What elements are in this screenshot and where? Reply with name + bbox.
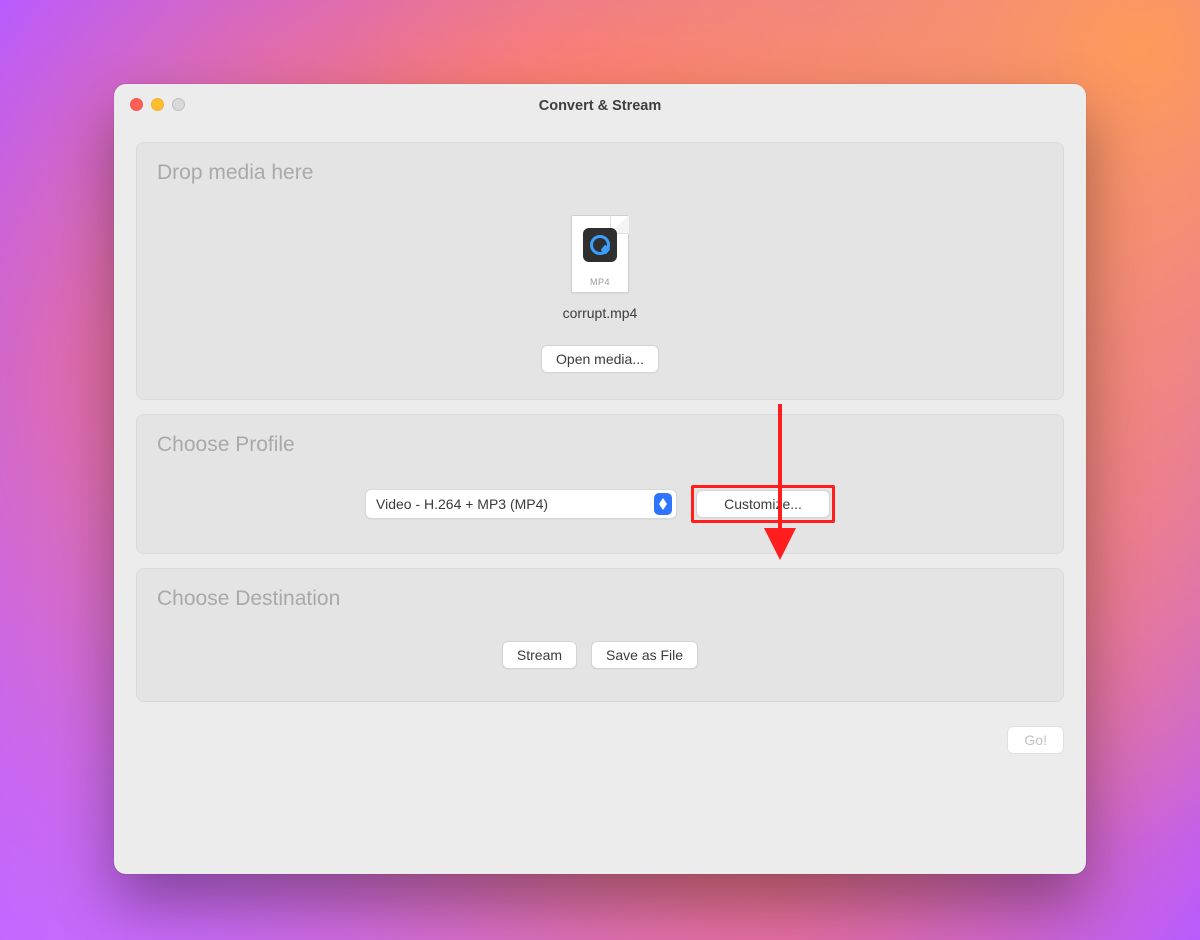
close-icon[interactable]	[130, 98, 143, 111]
drop-media-panel[interactable]: Drop media here MP4 corrupt.mp4 Open med…	[136, 142, 1064, 400]
titlebar: Convert & Stream	[114, 84, 1086, 128]
customize-button[interactable]: Customize...	[696, 490, 830, 518]
customize-highlight: Customize...	[691, 485, 835, 523]
profile-select[interactable]: Video - H.264 + MP3 (MP4)	[365, 489, 677, 519]
file-name: corrupt.mp4	[563, 305, 638, 321]
go-button[interactable]: Go!	[1007, 726, 1064, 754]
choose-profile-heading: Choose Profile	[157, 433, 1043, 457]
quicktime-icon	[583, 228, 617, 262]
profile-selected-value: Video - H.264 + MP3 (MP4)	[376, 496, 548, 512]
file-type-label: MP4	[572, 277, 628, 287]
save-as-file-button[interactable]: Save as File	[591, 641, 698, 669]
open-media-button[interactable]: Open media...	[541, 345, 659, 373]
drop-media-heading: Drop media here	[157, 161, 1043, 185]
file-icon: MP4	[571, 215, 629, 293]
footer-row: Go!	[136, 716, 1064, 754]
choose-profile-panel: Choose Profile Video - H.264 + MP3 (MP4)…	[136, 414, 1064, 554]
convert-stream-window: Convert & Stream Drop media here MP4 cor…	[114, 84, 1086, 874]
zoom-icon	[172, 98, 185, 111]
content: Drop media here MP4 corrupt.mp4 Open med…	[114, 128, 1086, 768]
minimize-icon[interactable]	[151, 98, 164, 111]
window-title: Convert & Stream	[539, 98, 661, 114]
choose-destination-heading: Choose Destination	[157, 587, 1043, 611]
drop-area[interactable]: MP4 corrupt.mp4 Open media...	[157, 189, 1043, 373]
select-stepper-icon[interactable]	[654, 493, 672, 515]
traffic-lights	[130, 98, 185, 111]
stream-button[interactable]: Stream	[502, 641, 577, 669]
choose-destination-panel: Choose Destination Stream Save as File	[136, 568, 1064, 702]
